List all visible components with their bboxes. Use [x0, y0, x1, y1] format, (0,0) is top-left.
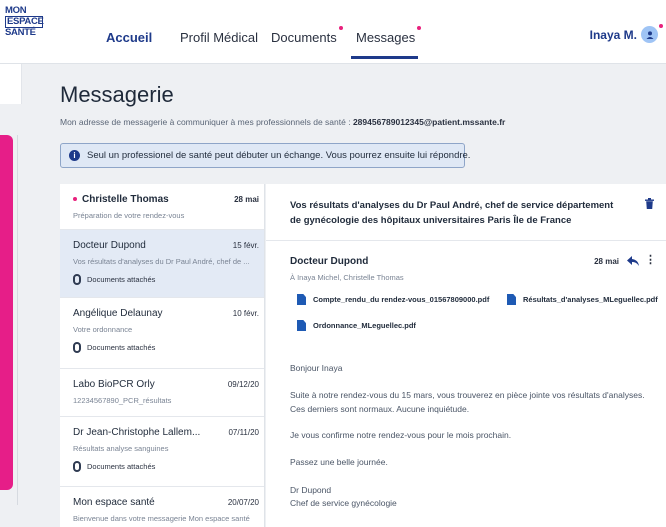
attachment-file[interactable]: Résultats_d'analyses_MLeguellec.pdf: [507, 294, 658, 305]
attachment-file[interactable]: Compte_rendu_du rendez-vous_01567809000.…: [297, 294, 489, 305]
nav-accueil[interactable]: Accueil: [106, 30, 152, 45]
list-item[interactable]: Docteur Dupond 15 févr. Vos résultats d'…: [60, 230, 264, 298]
attachment-file[interactable]: Ordonnance_MLeguellec.pdf: [297, 320, 416, 331]
trash-icon[interactable]: [645, 198, 654, 209]
nav-documents[interactable]: Documents: [271, 26, 343, 45]
nav-messages[interactable]: Messages: [356, 26, 422, 45]
message-sender: Docteur Dupond: [290, 256, 369, 267]
paperclip-icon: [73, 274, 81, 285]
more-options-icon[interactable]: ⋮: [645, 255, 656, 266]
notification-dot: [338, 26, 343, 30]
list-item[interactable]: Dr Jean-Christophe Lallem... 07/11/20 Ré…: [60, 417, 264, 487]
paperclip-icon: [73, 342, 81, 353]
divider: [266, 240, 666, 241]
pink-side-panel: [0, 135, 13, 490]
paperclip-icon: [73, 461, 81, 472]
file-icon: [507, 294, 516, 305]
mon-espace-sante-logo[interactable]: MON ESPACE SANTÉ: [5, 6, 45, 42]
top-navigation: MON ESPACE SANTÉ Accueil Profil Médical …: [0, 0, 666, 64]
list-item[interactable]: Angélique Delaunay 10 févr. Votre ordonn…: [60, 298, 264, 369]
message-subject: Vos résultats d'analyses du Dr Paul Andr…: [290, 200, 614, 226]
side-panel-edge: [0, 64, 22, 104]
message-list: Christelle Thomas 28 mai Préparation de …: [60, 184, 265, 527]
user-menu[interactable]: Inaya M.: [590, 24, 663, 43]
message-detail: Vos résultats d'analyses du Dr Paul Andr…: [266, 184, 666, 527]
file-icon: [297, 320, 306, 331]
list-item[interactable]: Mon espace santé 20/07/20 Bienvenue dans…: [60, 487, 264, 527]
info-icon: i: [69, 150, 80, 161]
avatar-icon: [641, 24, 663, 43]
notification-dot: [417, 26, 422, 30]
active-tab-indicator: [351, 56, 418, 59]
notification-dot: [659, 24, 663, 28]
message-date: 28 mai: [594, 257, 619, 266]
messaging-address: Mon adresse de messagerie à communiquer …: [60, 117, 506, 127]
file-icon: [297, 294, 306, 305]
list-item[interactable]: Christelle Thomas 28 mai Préparation de …: [60, 184, 264, 230]
unread-dot: [73, 197, 77, 202]
message-recipients: À Inaya Michel, Christelle Thomas: [290, 273, 404, 282]
page-title: Messagerie: [60, 82, 174, 107]
info-banner: i Seul un professionel de santé peut déb…: [60, 143, 470, 168]
reply-icon[interactable]: [627, 256, 639, 266]
nav-profil-medical[interactable]: Profil Médical: [180, 30, 258, 45]
list-item[interactable]: Labo BioPCR Orly 09/12/20 12234567890_PC…: [60, 369, 264, 417]
